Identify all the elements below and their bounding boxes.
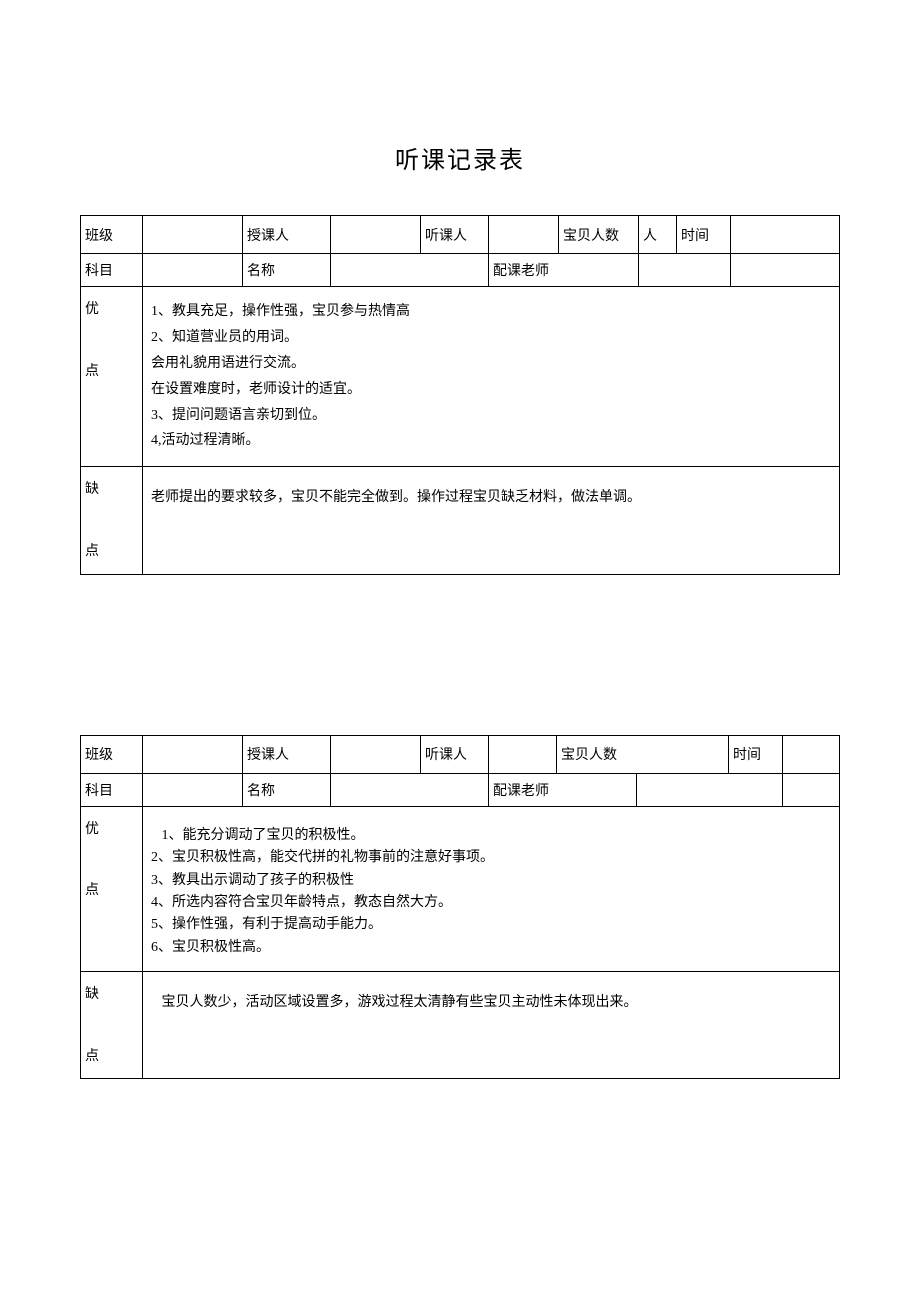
subject-label: 科目 [81, 254, 143, 287]
table1-header-row2: 科目 名称 配课老师 [81, 254, 840, 287]
advantages-content: 1、教具充足，操作性强，宝贝参与热情高 2、知道营业员的用词。 会用礼貌用语进行… [143, 287, 840, 467]
record-table-2: 班级 授课人 听课人 宝贝人数 时间 科目 名称 配课老师 优 点 1、能充分调… [80, 735, 840, 1080]
count-label: 宝贝人数 [559, 216, 639, 254]
adv-line: 4、所选内容符合宝贝年龄特点，教态自然大方。 [151, 892, 831, 914]
time-label: 时间 [729, 735, 783, 773]
coteacher-value [639, 254, 731, 287]
time-value [783, 735, 840, 773]
listener-value [489, 735, 557, 773]
subject-value [143, 773, 243, 806]
adv-line: 2、知道营业员的用词。 [151, 325, 831, 351]
table2-advantages-row: 优 点 1、能充分调动了宝贝的积极性。 2、宝贝积极性高，能交代拼的礼物事前的注… [81, 806, 840, 971]
disadvantages-label-char2: 点 [85, 1049, 99, 1064]
page-title: 听课记录表 [80, 140, 840, 175]
class-value [143, 216, 243, 254]
disadvantages-content: 宝贝人数少，活动区域设置多，游戏过程太清静有些宝贝主动性未体现出来。 [143, 972, 840, 1079]
disadvantages-content: 老师提出的要求较多，宝贝不能完全做到。操作过程宝贝缺乏材料，做法单调。 [143, 467, 840, 574]
advantages-label: 优 点 [81, 806, 143, 971]
name-value [331, 254, 489, 287]
advantages-label: 优 点 [81, 287, 143, 467]
table2-header-row2: 科目 名称 配课老师 [81, 773, 840, 806]
adv-line: 4,活动过程清晰。 [151, 428, 831, 454]
disadvantages-label-char2: 点 [85, 544, 99, 559]
advantages-content: 1、能充分调动了宝贝的积极性。 2、宝贝积极性高，能交代拼的礼物事前的注意好事项… [143, 806, 840, 971]
subject-label: 科目 [81, 773, 143, 806]
adv-line: 3、教具出示调动了孩子的积极性 [151, 870, 831, 892]
name-label: 名称 [243, 254, 331, 287]
lecturer-label: 授课人 [243, 216, 331, 254]
adv-line: 1、能充分调动了宝贝的积极性。 [151, 825, 831, 847]
table2-disadvantages-row: 缺 点 宝贝人数少，活动区域设置多，游戏过程太清静有些宝贝主动性未体现出来。 [81, 972, 840, 1079]
disadvantages-label: 缺 点 [81, 467, 143, 574]
listener-label: 听课人 [421, 216, 489, 254]
count-value: 人 [639, 216, 677, 254]
subject-value [143, 254, 243, 287]
table1-header-row1: 班级 授课人 听课人 宝贝人数 人 时间 [81, 216, 840, 254]
table-gap [80, 575, 840, 735]
table1-advantages-row: 优 点 1、教具充足，操作性强，宝贝参与热情高 2、知道营业员的用词。 会用礼貌… [81, 287, 840, 467]
lecturer-value [331, 216, 421, 254]
table1-disadvantages-row: 缺 点 老师提出的要求较多，宝贝不能完全做到。操作过程宝贝缺乏材料，做法单调。 [81, 467, 840, 574]
advantages-label-char2: 点 [85, 883, 99, 898]
class-label: 班级 [81, 735, 143, 773]
class-label: 班级 [81, 216, 143, 254]
adv-line: 2、宝贝积极性高，能交代拼的礼物事前的注意好事项。 [151, 847, 831, 869]
adv-line: 3、提问问题语言亲切到位。 [151, 403, 831, 429]
name-label: 名称 [243, 773, 331, 806]
disadvantages-label-char1: 缺 [85, 482, 99, 497]
coteacher-label: 配课老师 [489, 773, 637, 806]
advantages-label-char1: 优 [85, 302, 99, 317]
class-value [143, 735, 243, 773]
listener-label: 听课人 [421, 735, 489, 773]
adv-line: 1、教具充足，操作性强，宝贝参与热情高 [151, 299, 831, 325]
advantages-label-char2: 点 [85, 364, 99, 379]
time-value [731, 216, 840, 254]
disadvantages-label: 缺 点 [81, 972, 143, 1079]
coteacher-label: 配课老师 [489, 254, 639, 287]
extra-value [783, 773, 840, 806]
adv-line: 6、宝贝积极性高。 [151, 937, 831, 959]
lecturer-label: 授课人 [243, 735, 331, 773]
record-table-1: 班级 授课人 听课人 宝贝人数 人 时间 科目 名称 配课老师 优 点 1、教具… [80, 215, 840, 575]
coteacher-value [637, 773, 783, 806]
adv-line: 在设置难度时，老师设计的适宜。 [151, 377, 831, 403]
extra-value [731, 254, 840, 287]
table2-header-row1: 班级 授课人 听课人 宝贝人数 时间 [81, 735, 840, 773]
time-label: 时间 [677, 216, 731, 254]
listener-value [489, 216, 559, 254]
advantages-label-char1: 优 [85, 822, 99, 837]
count-label: 宝贝人数 [557, 735, 729, 773]
lecturer-value [331, 735, 421, 773]
name-value [331, 773, 489, 806]
adv-line: 会用礼貌用语进行交流。 [151, 351, 831, 377]
disadvantages-label-char1: 缺 [85, 987, 99, 1002]
adv-line: 5、操作性强，有利于提高动手能力。 [151, 914, 831, 936]
